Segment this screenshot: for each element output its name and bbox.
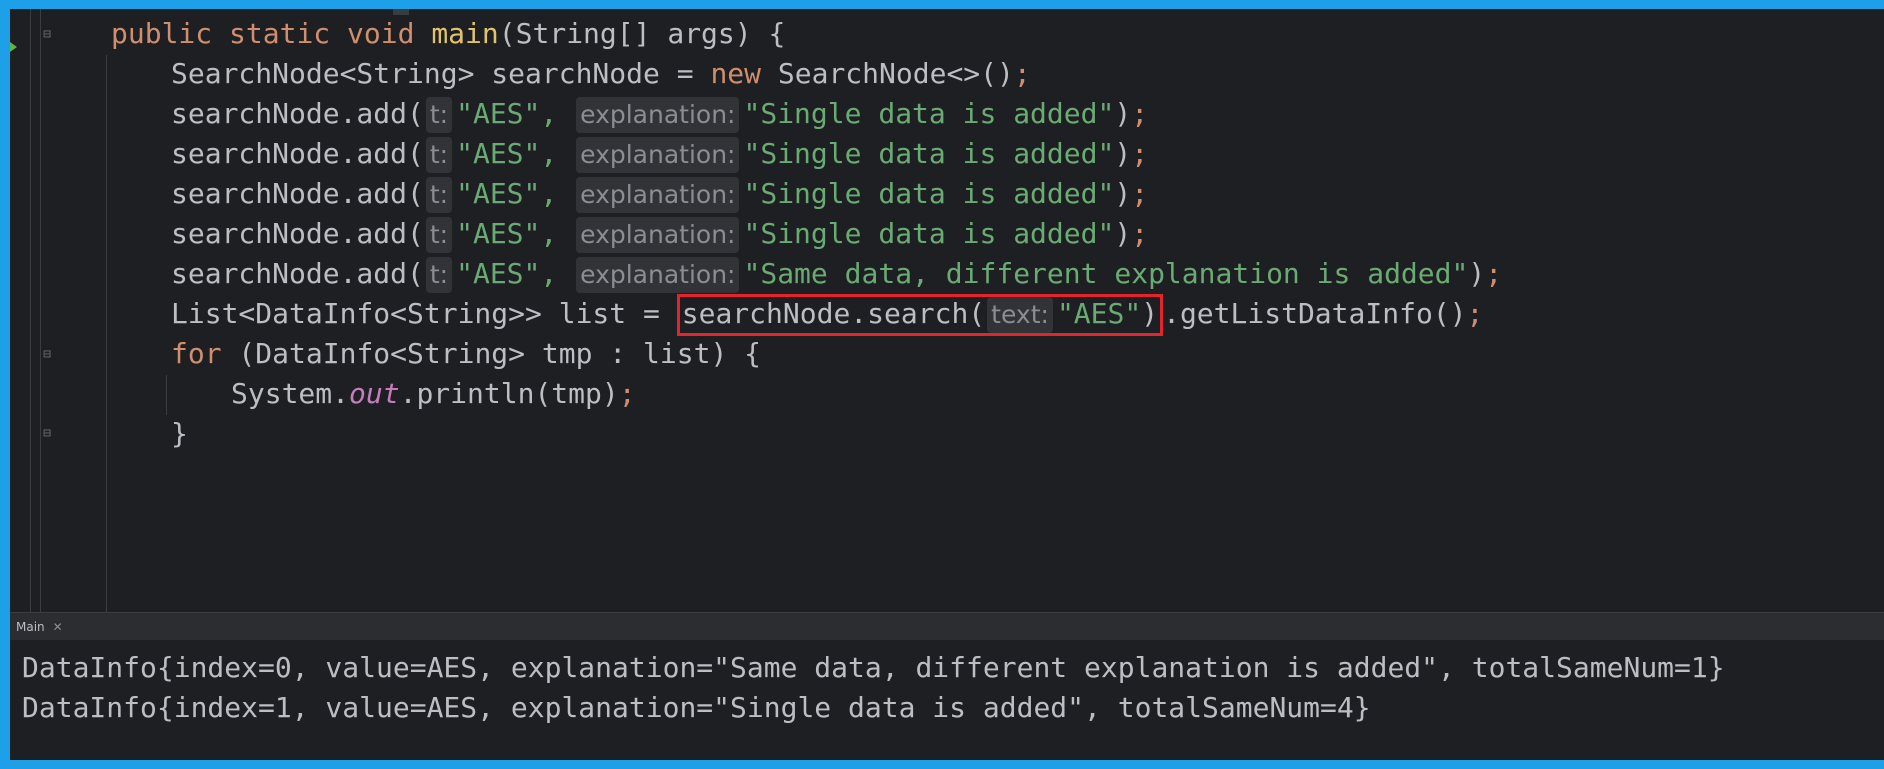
param-hint: explanation: xyxy=(576,177,740,213)
param-hint: t: xyxy=(425,257,453,293)
fold-end-icon[interactable]: ⊟ xyxy=(38,425,56,443)
param-hint: t: xyxy=(425,177,453,213)
code-line-declaration: SearchNode<String> searchNode = new Sear… xyxy=(171,54,1031,94)
string-arg: "AES", xyxy=(456,97,558,130)
console-output[interactable]: DataInfo{index=0, value=AES, explanation… xyxy=(10,640,1884,760)
keyword-new: new xyxy=(710,57,762,90)
param-hint: t: xyxy=(425,217,453,253)
paren: ) xyxy=(1141,297,1159,330)
semicolon: ; xyxy=(1131,177,1149,210)
declaration-text: SearchNode<String> searchNode = xyxy=(171,57,711,90)
code-line-add: searchNode.add(t: "AES", explanation: "Sin… xyxy=(171,94,1148,134)
semicolon: ; xyxy=(1466,297,1484,330)
console-line: DataInfo{index=1, value=AES, explanation… xyxy=(22,691,1371,724)
add-call: searchNode.add( xyxy=(171,257,424,290)
system-ref: System. xyxy=(231,377,350,410)
fold-icon[interactable]: ⊟ xyxy=(38,346,56,364)
param-hint: text: xyxy=(987,297,1053,333)
string-arg: "AES", xyxy=(456,217,558,250)
code-line-add: searchNode.add(t: "AES", explanation: "Sin… xyxy=(171,214,1148,254)
code-line-add: searchNode.add(t: "AES", explanation: "Sam… xyxy=(171,254,1502,294)
add-call: searchNode.add( xyxy=(171,97,424,130)
code-line-println: System.out.println(tmp); xyxy=(231,374,636,414)
code-line-add: searchNode.add(t: "AES", explanation: "Sin… xyxy=(171,174,1148,214)
keyword-for: for xyxy=(171,337,222,370)
string-arg: "AES", xyxy=(456,257,558,290)
string-arg: "AES", xyxy=(456,177,558,210)
close-brace: } xyxy=(171,417,188,450)
method-params: (String[] args) { xyxy=(498,17,786,50)
semicolon: ; xyxy=(1013,57,1031,90)
indent-guide xyxy=(106,55,107,612)
string-arg: "AES", xyxy=(456,137,558,170)
string-arg: "AES" xyxy=(1056,297,1142,330)
gutter-divider xyxy=(30,9,31,612)
code-line-add: searchNode.add(t: "AES", explanation: "Sin… xyxy=(171,134,1148,174)
string-arg: "Same data, different explanation is add… xyxy=(743,257,1469,290)
paren: ) xyxy=(1114,97,1132,130)
println-call: .println(tmp) xyxy=(399,377,619,410)
paren: ) xyxy=(1114,177,1132,210)
keyword-public: public xyxy=(111,17,213,50)
param-hint: explanation: xyxy=(576,217,740,253)
for-header: (DataInfo<String> tmp : list) { xyxy=(221,337,762,370)
paren: ) xyxy=(1468,257,1486,290)
semicolon: ; xyxy=(1131,217,1149,250)
param-hint: t: xyxy=(425,97,453,133)
string-arg: "Single data is added" xyxy=(743,217,1115,250)
code-line-for: for (DataInfo<String> tmp : list) { xyxy=(171,334,761,374)
run-icon[interactable] xyxy=(10,42,17,52)
indent-guide xyxy=(166,375,167,415)
paren: ) xyxy=(1114,137,1132,170)
string-arg: "Single data is added" xyxy=(743,97,1115,130)
fold-icon[interactable]: ⊟ xyxy=(38,26,56,44)
add-call: searchNode.add( xyxy=(171,137,424,170)
chained-call: .getListDataInfo() xyxy=(1163,297,1467,330)
close-icon[interactable]: ✕ xyxy=(53,620,63,634)
semicolon: ; xyxy=(618,377,636,410)
code-editor[interactable]: ⊟ ⊟ ⊟ public static void main(String[] a… xyxy=(10,9,1884,612)
tab-main[interactable]: Main ✕ xyxy=(10,613,69,643)
ide-window: ⊟ ⊟ ⊟ public static void main(String[] a… xyxy=(10,9,1884,760)
semicolon: ; xyxy=(1131,137,1149,170)
console-line: DataInfo{index=0, value=AES, explanation… xyxy=(22,651,1725,684)
paren: ) xyxy=(1114,217,1132,250)
code-line-close-brace: } xyxy=(171,414,188,454)
semicolon: ; xyxy=(1131,97,1149,130)
keyword-void: void xyxy=(347,17,415,50)
code-line-list-search: List<DataInfo<String>> list = searchNode… xyxy=(171,294,1484,336)
string-arg: "Single data is added" xyxy=(743,177,1115,210)
semicolon: ; xyxy=(1485,257,1503,290)
code-line-main-signature: public static void main(String[] args) { xyxy=(111,14,785,54)
add-call: searchNode.add( xyxy=(171,217,424,250)
search-call: searchNode.search( xyxy=(681,297,986,330)
field-out: out xyxy=(349,377,400,410)
param-hint: explanation: xyxy=(576,257,740,293)
tab-main-label: Main xyxy=(16,620,45,634)
gutter-divider-2 xyxy=(40,9,41,612)
keyword-static: static xyxy=(229,17,331,50)
param-hint: explanation: xyxy=(576,97,740,133)
search-call-highlight: searchNode.search(text: "AES") xyxy=(676,294,1164,336)
param-hint: explanation: xyxy=(576,137,740,173)
console-tab-bar: Main ✕ xyxy=(10,612,1884,643)
param-hint: t: xyxy=(425,137,453,173)
list-declaration: List<DataInfo<String>> list = xyxy=(171,297,677,330)
method-name: main xyxy=(431,17,499,50)
string-arg: "Single data is added" xyxy=(743,137,1115,170)
constructor-call: SearchNode<>() xyxy=(761,57,1014,90)
add-call: searchNode.add( xyxy=(171,177,424,210)
